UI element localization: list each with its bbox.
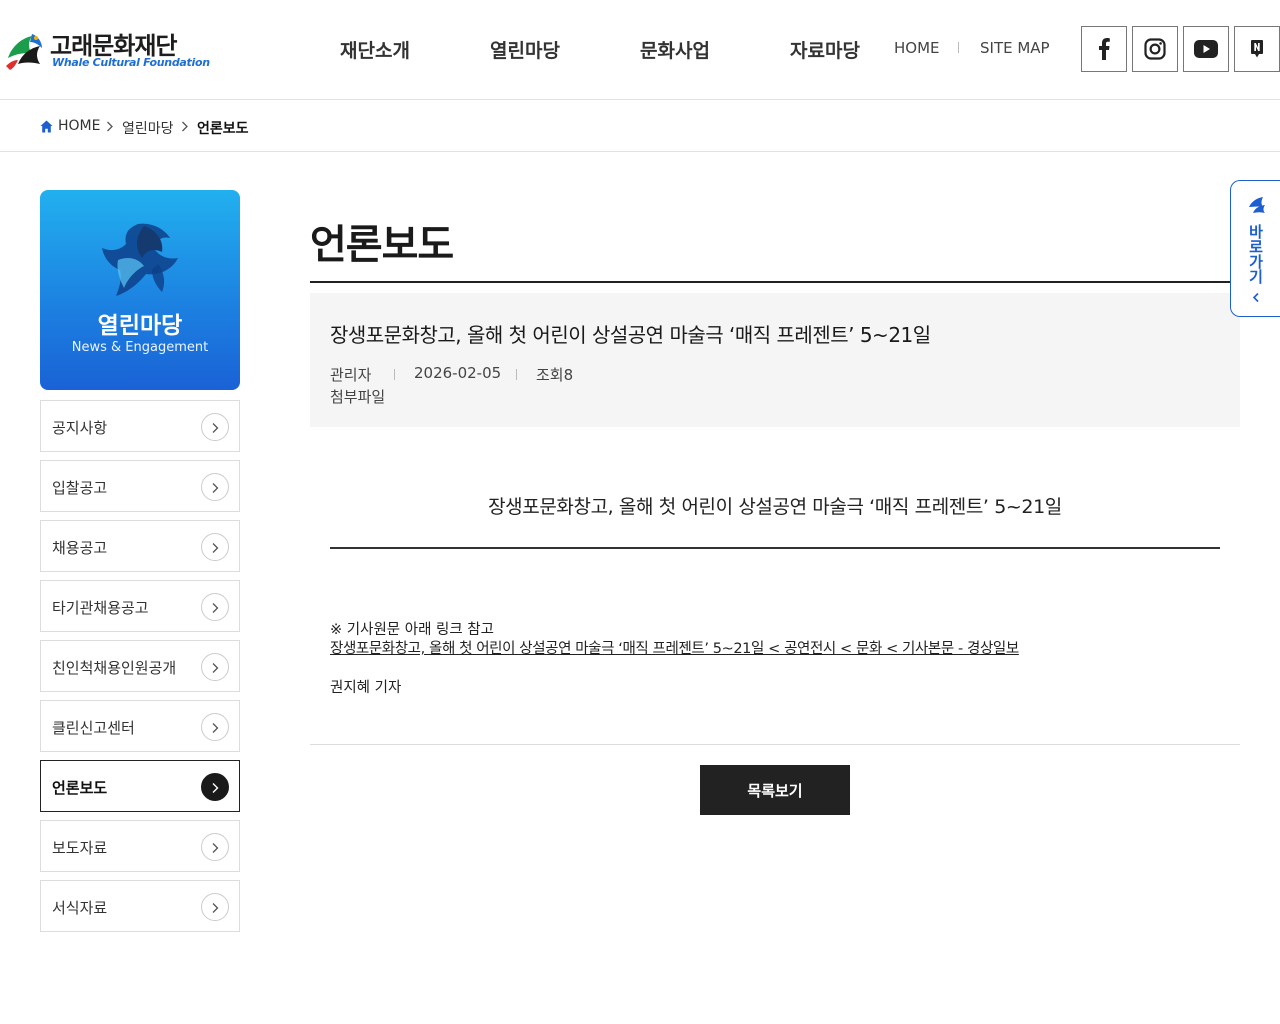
whale-logo-icon bbox=[6, 34, 42, 70]
chevron-left-icon bbox=[1252, 292, 1259, 303]
nav-item-open-forum[interactable]: 열린마당 bbox=[450, 36, 600, 63]
article-headline: 장생포문화창고, 올해 첫 어린이 상설공연 마술극 ‘매직 프레젠트’ 5~2… bbox=[488, 496, 1062, 518]
facebook-button[interactable] bbox=[1081, 26, 1127, 72]
site-logo[interactable]: 고래문화재단 Whale Cultural Foundation bbox=[0, 26, 210, 76]
content-divider bbox=[310, 744, 1240, 745]
chevron-right-icon bbox=[107, 121, 113, 132]
post-header: 장생포문화창고, 올해 첫 어린이 상설공연 마술극 ‘매직 프레젠트’ 5~2… bbox=[310, 293, 1240, 427]
sitemap-link[interactable]: SITE MAP bbox=[980, 39, 1050, 57]
chevron-right-icon bbox=[182, 121, 188, 132]
sidebar-item-label: 서식자료 bbox=[52, 899, 108, 917]
meta-divider bbox=[516, 369, 517, 380]
sidebar-item-relatives-disclosure[interactable]: 친인척채용인원공개 bbox=[40, 640, 240, 692]
youtube-button[interactable] bbox=[1183, 26, 1229, 72]
chevron-right-icon bbox=[201, 893, 229, 921]
nav-item-culture-projects[interactable]: 문화사업 bbox=[600, 36, 750, 63]
title-divider bbox=[310, 281, 1240, 283]
sidebar-item-press-coverage[interactable]: 언론보도 bbox=[40, 760, 240, 812]
whale-logo-icon bbox=[1249, 197, 1265, 213]
list-button[interactable]: 목록보기 bbox=[700, 765, 850, 815]
sidebar-item-bids[interactable]: 입찰공고 bbox=[40, 460, 240, 512]
site-header: 고래문화재단 Whale Cultural Foundation 재단소개 열린… bbox=[0, 0, 1280, 100]
sidebar-item-label: 언론보도 bbox=[52, 779, 108, 797]
chevron-right-icon bbox=[201, 653, 229, 681]
post-title: 장생포문화창고, 올해 첫 어린이 상설공연 마술극 ‘매직 프레젠트’ 5~2… bbox=[330, 323, 931, 347]
logo-text-english: Whale Cultural Foundation bbox=[52, 56, 210, 69]
article-note: ※ 기사원문 아래 링크 참고 bbox=[330, 622, 494, 638]
home-icon[interactable] bbox=[40, 120, 53, 133]
chevron-right-icon bbox=[201, 413, 229, 441]
sidebar-item-label: 클린신고센터 bbox=[52, 719, 135, 737]
quick-menu-tab[interactable]: 바로가기 bbox=[1230, 180, 1280, 317]
sidebar-item-recruitment[interactable]: 채용공고 bbox=[40, 520, 240, 572]
nav-item-foundation[interactable]: 재단소개 bbox=[300, 36, 450, 63]
chevron-right-icon bbox=[201, 473, 229, 501]
original-article-link[interactable]: 장생포문화창고, 올해 첫 어린이 상설공연 마술극 ‘매직 프레젠트’ 5~2… bbox=[330, 637, 1019, 658]
instagram-icon bbox=[1144, 38, 1166, 60]
sidebar-item-label: 친인척채용인원공개 bbox=[52, 659, 177, 677]
attachment-label: 첨부파일 bbox=[330, 388, 386, 406]
sidebar-subtitle: News & Engagement bbox=[71, 340, 209, 355]
breadcrumb-current: 언론보도 bbox=[197, 121, 249, 137]
post-author: 관리자 bbox=[330, 366, 372, 384]
nav-item-resources[interactable]: 자료마당 bbox=[750, 36, 900, 63]
sidebar-item-label: 보도자료 bbox=[52, 839, 108, 857]
page-title: 언론보도 bbox=[310, 222, 454, 268]
chevron-right-icon bbox=[201, 833, 229, 861]
quick-menu-label: 바로가기 bbox=[1249, 223, 1263, 286]
sidebar-item-other-recruitment[interactable]: 타기관채용공고 bbox=[40, 580, 240, 632]
chevron-right-icon bbox=[201, 593, 229, 621]
whale-illustration-icon bbox=[102, 223, 178, 296]
post-views: 조회8 bbox=[536, 366, 574, 384]
instagram-button[interactable] bbox=[1132, 26, 1178, 72]
sidebar-item-clean-report[interactable]: 클린신고센터 bbox=[40, 700, 240, 752]
chevron-right-icon bbox=[201, 533, 229, 561]
sidebar-section-banner: 열린마당 News & Engagement bbox=[40, 190, 240, 390]
naver-blog-button[interactable] bbox=[1234, 26, 1280, 72]
sidebar-item-press-releases[interactable]: 보도자료 bbox=[40, 820, 240, 872]
sidebar-title: 열린마당 bbox=[97, 313, 183, 339]
util-divider bbox=[958, 42, 959, 53]
breadcrumb-home[interactable]: HOME bbox=[58, 118, 100, 134]
youtube-icon bbox=[1194, 40, 1218, 58]
reporter-name: 권지혜 기자 bbox=[330, 680, 402, 696]
chevron-right-icon bbox=[201, 773, 229, 801]
sidebar-item-label: 입찰공고 bbox=[52, 479, 108, 497]
meta-divider bbox=[394, 369, 395, 380]
article-divider bbox=[330, 547, 1220, 549]
chevron-right-icon bbox=[201, 713, 229, 741]
breadcrumb-section[interactable]: 열린마당 bbox=[122, 118, 174, 138]
sidebar-item-notices[interactable]: 공지사항 bbox=[40, 400, 240, 452]
naver-blog-icon bbox=[1251, 40, 1263, 58]
sidebar-item-label: 타기관채용공고 bbox=[52, 599, 149, 617]
breadcrumb: HOME 열린마당 언론보도 bbox=[0, 101, 1280, 152]
post-date: 2026-02-05 bbox=[414, 364, 502, 382]
facebook-icon bbox=[1099, 38, 1110, 60]
sidebar-item-label: 공지사항 bbox=[52, 419, 108, 437]
sidebar-item-forms[interactable]: 서식자료 bbox=[40, 880, 240, 932]
home-link[interactable]: HOME bbox=[894, 39, 940, 57]
sidebar-item-label: 채용공고 bbox=[52, 539, 108, 557]
